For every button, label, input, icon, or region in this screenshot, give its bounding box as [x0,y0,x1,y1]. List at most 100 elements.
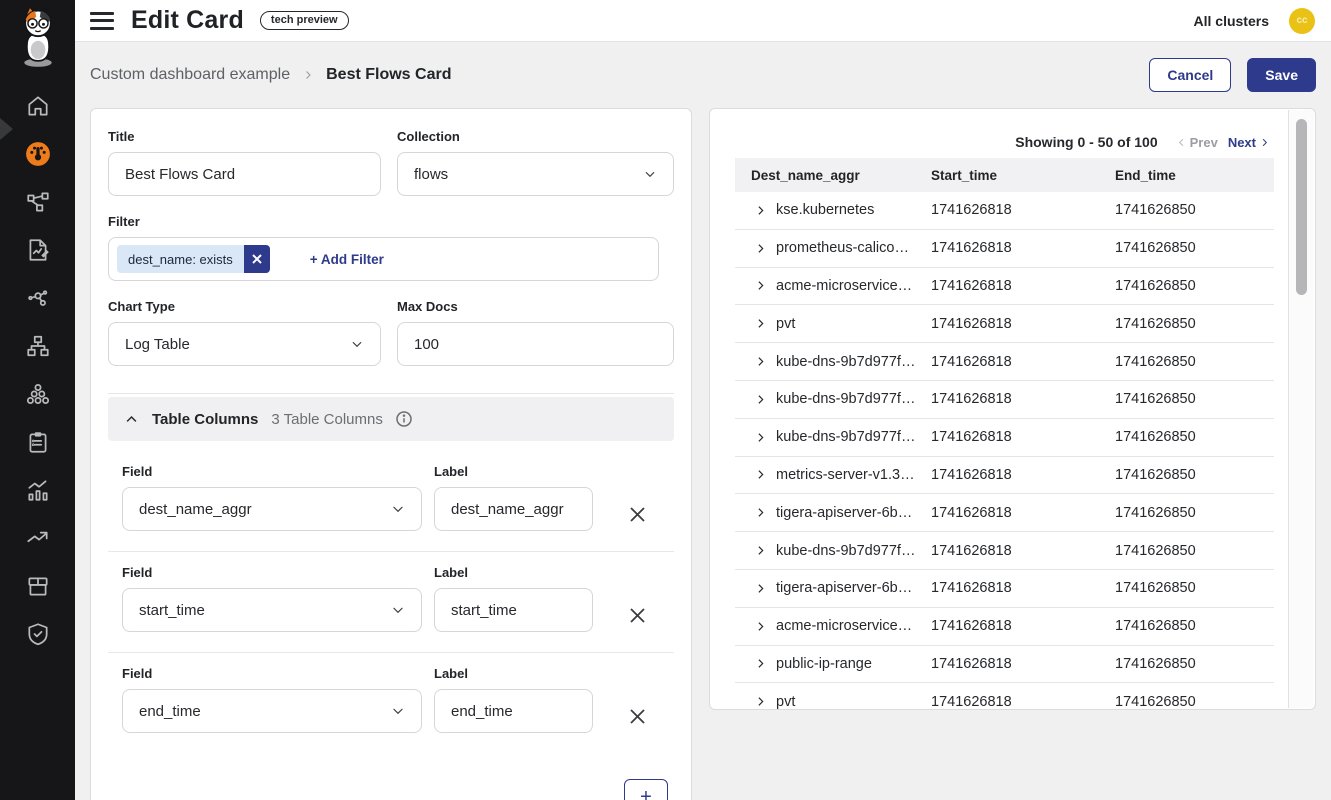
label-input[interactable]: dest_name_aggr [434,487,593,531]
expand-row-chevron-icon[interactable] [754,695,767,708]
sidebar-item-service-graph[interactable] [0,178,75,226]
title-input[interactable]: Best Flows Card [108,152,381,196]
collection-select[interactable]: flows [397,152,674,196]
max-docs-input[interactable]: 100 [397,322,674,366]
collection-label: Collection [397,129,674,144]
expand-row-chevron-icon[interactable] [754,355,767,368]
table-row[interactable]: tigera-apiserver-6b… 1741626818 17416268… [735,570,1274,608]
field-label: Field [122,666,422,681]
sidebar-item-trends[interactable] [0,514,75,562]
metrics-chart-icon [25,477,51,503]
breadcrumb-parent[interactable]: Custom dashboard example [90,66,290,84]
expand-row-chevron-icon[interactable] [754,431,767,444]
card-preview-table: Showing 0 - 50 of 100 Prev Next Dest_nam… [709,108,1316,710]
expand-row-chevron-icon[interactable] [754,242,767,255]
table-row[interactable]: kse.kubernetes 1741626818 1741626850 [735,192,1274,230]
calico-cat-logo[interactable] [10,6,66,70]
sidebar-item-compliance[interactable] [0,418,75,466]
table-row[interactable]: tigera-apiserver-6b… 1741626818 17416268… [735,494,1274,532]
remove-column-button[interactable] [629,708,646,725]
next-page-button[interactable]: Next [1228,135,1270,150]
table-columns-section-header[interactable]: Table Columns 3 Table Columns [108,397,674,441]
close-icon [629,607,646,624]
table-row[interactable]: pvt 1741626818 1741626850 [735,683,1274,710]
table-row[interactable]: pvt 1741626818 1741626850 [735,305,1274,343]
expand-row-chevron-icon[interactable] [754,468,767,481]
main-area: Edit Card tech preview All clusters cc C… [75,0,1331,800]
sidebar-item-packages[interactable] [0,562,75,610]
max-docs-label: Max Docs [397,299,674,314]
field-select[interactable]: end_time [122,689,422,733]
showing-count: Showing 0 - 50 of 100 [1015,134,1157,150]
column-header-start[interactable]: Start_time [915,168,1099,183]
expand-row-chevron-icon[interactable] [754,544,767,557]
sidebar-item-metrics[interactable] [0,466,75,514]
sidebar-item-sitemap[interactable] [0,322,75,370]
chart-type-select[interactable]: Log Table [108,322,381,366]
remove-column-button[interactable] [629,506,646,523]
cluster-circles-icon [25,381,51,407]
column-header-dest[interactable]: Dest_name_aggr [735,168,915,183]
table-row[interactable]: prometheus-calico… 1741626818 1741626850 [735,230,1274,268]
table-columns-list: Field dest_name_aggr Label dest_name_agg… [108,451,674,753]
field-select[interactable]: start_time [122,588,422,632]
chevron-right-icon [1259,137,1270,148]
prev-page-button[interactable]: Prev [1176,135,1218,150]
shield-check-icon [25,621,51,647]
expand-row-chevron-icon[interactable] [754,204,767,217]
table-row[interactable]: kube-dns-9b7d977f… 1741626818 1741626850 [735,419,1274,457]
hamburger-menu-icon[interactable] [90,12,114,30]
column-header-end[interactable]: End_time [1099,168,1274,183]
table-column-editor-row: Field dest_name_aggr Label dest_name_agg… [108,451,674,551]
section-divider [108,393,674,394]
expand-row-chevron-icon[interactable] [754,393,767,406]
expand-row-chevron-icon[interactable] [754,657,767,670]
breadcrumb: Custom dashboard example Best Flows Card [90,66,451,84]
expand-row-chevron-icon[interactable] [754,279,767,292]
remove-column-button[interactable] [629,607,646,624]
chevron-up-icon [124,412,139,427]
cancel-button[interactable]: Cancel [1149,58,1231,92]
report-edit-icon [25,237,51,263]
save-button[interactable]: Save [1247,58,1316,92]
sidebar-item-workloads[interactable] [0,370,75,418]
remove-filter-button[interactable] [244,245,270,273]
add-filter-link[interactable]: + Add Filter [310,252,384,267]
table-row[interactable]: public-ip-range 1741626818 1741626850 [735,646,1274,684]
vertical-scrollbar[interactable] [1288,110,1314,708]
info-icon[interactable] [396,411,412,427]
panels-row: Title Best Flows Card Collection flows [75,108,1331,800]
filter-chip-text: dest_name: exists [117,245,244,273]
page-title: Edit Card [131,6,244,35]
sidebar-item-flow-visualizer[interactable] [0,274,75,322]
field-select[interactable]: dest_name_aggr [122,487,422,531]
close-icon [629,506,646,523]
label-label: Label [434,666,593,681]
filter-label: Filter [108,214,674,229]
expand-row-chevron-icon[interactable] [754,317,767,330]
scrollbar-thumb[interactable] [1296,119,1307,295]
sidebar-item-reports[interactable] [0,226,75,274]
add-column-button[interactable]: + [624,779,668,800]
table-row[interactable]: kube-dns-9b7d977f… 1741626818 1741626850 [735,381,1274,419]
table-row[interactable]: kube-dns-9b7d977f… 1741626818 1741626850 [735,532,1274,570]
expand-row-chevron-icon[interactable] [754,582,767,595]
topbar: Edit Card tech preview All clusters cc [75,0,1331,42]
table-row[interactable]: acme-microservice… 1741626818 1741626850 [735,268,1274,306]
sidebar [0,0,75,800]
title-label: Title [108,129,381,144]
user-avatar[interactable]: cc [1289,8,1315,34]
expand-row-chevron-icon[interactable] [754,506,767,519]
card-editor-form: Title Best Flows Card Collection flows [90,108,692,800]
table-row[interactable]: metrics-server-v1.3… 1741626818 17416268… [735,457,1274,495]
content-area: Custom dashboard example Best Flows Card… [75,42,1331,800]
cluster-selector[interactable]: All clusters [1194,13,1269,29]
sidebar-item-security[interactable] [0,610,75,658]
table-row[interactable]: kube-dns-9b7d977f… 1741626818 1741626850 [735,343,1274,381]
table-row[interactable]: acme-microservice… 1741626818 1741626850 [735,608,1274,646]
label-input[interactable]: end_time [434,689,593,733]
table-columns-count: 3 Table Columns [271,411,382,428]
label-input[interactable]: start_time [434,588,593,632]
expand-row-chevron-icon[interactable] [754,620,767,633]
sidebar-nav [0,82,75,658]
